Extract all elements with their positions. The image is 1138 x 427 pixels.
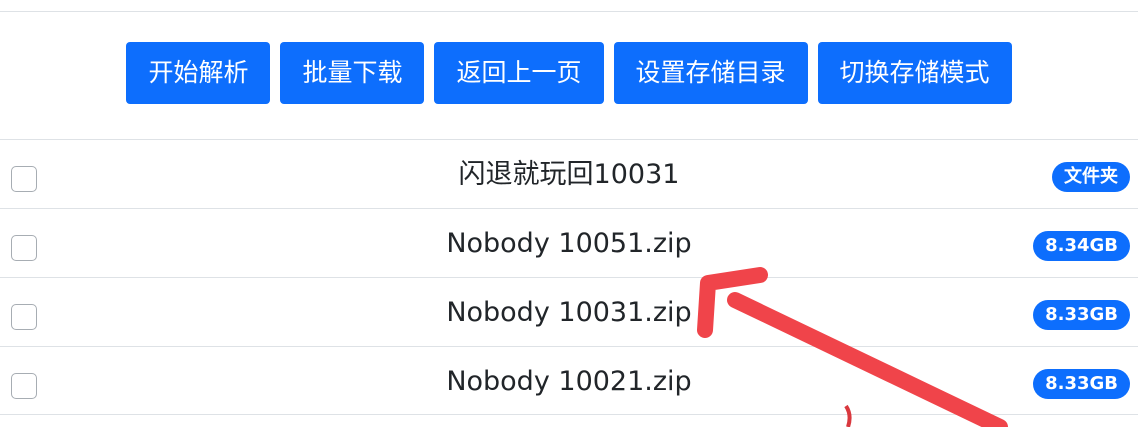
file-name[interactable]: 闪退就玩回10031 — [0, 140, 1138, 209]
back-button[interactable]: 返回上一页 — [434, 42, 604, 104]
file-name[interactable]: Nobody 10051.zip — [0, 209, 1138, 278]
list-item[interactable]: Nobody 10031.zip 8.33GB — [0, 277, 1138, 346]
divider — [0, 11, 1138, 12]
size-badge: 8.33GB — [1033, 300, 1130, 330]
switch-storage-mode-button[interactable]: 切换存储模式 — [817, 42, 1012, 104]
batch-download-button[interactable]: 批量下载 — [280, 42, 425, 104]
toolbar: 开始解析 批量下载 返回上一页 设置存储目录 切换存储模式 — [0, 42, 1138, 104]
set-storage-dir-button[interactable]: 设置存储目录 — [613, 42, 808, 104]
list-item[interactable]: Nobody 10051.zip 8.34GB — [0, 208, 1138, 277]
list-item[interactable]: Nobody 10021.zip 8.33GB — [0, 346, 1138, 415]
list-item[interactable]: 闪退就玩回10031 文件夹 — [0, 139, 1138, 208]
file-name[interactable]: Nobody 10031.zip — [0, 278, 1138, 347]
file-list: 闪退就玩回10031 文件夹 Nobody 10051.zip 8.34GB N… — [0, 139, 1138, 415]
size-badge: 8.33GB — [1033, 369, 1130, 399]
file-name[interactable]: Nobody 10021.zip — [0, 347, 1138, 416]
file-list-page: 开始解析 批量下载 返回上一页 设置存储目录 切换存储模式 闪退就玩回10031… — [0, 0, 1138, 427]
type-badge: 文件夹 — [1052, 162, 1130, 192]
start-parse-button[interactable]: 开始解析 — [126, 42, 271, 104]
size-badge: 8.34GB — [1033, 231, 1130, 261]
